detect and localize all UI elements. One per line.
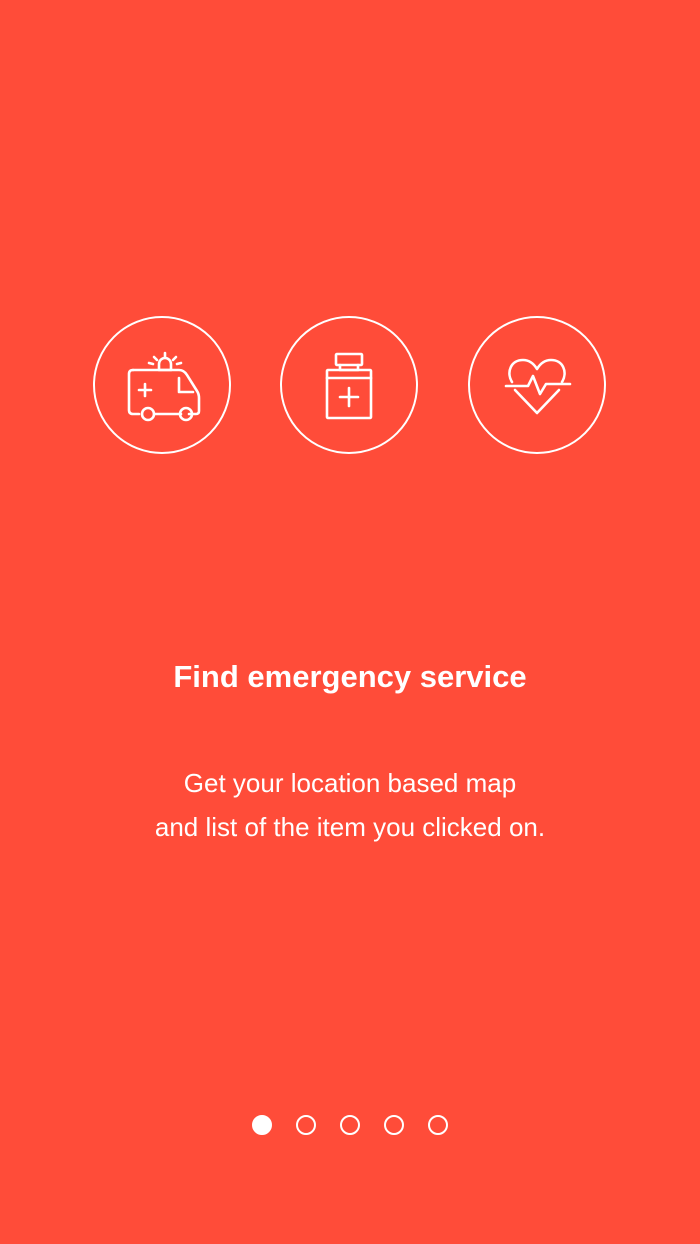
service-icons-row (0, 0, 700, 1244)
medicine-bottle-icon (325, 352, 373, 420)
medicine-circle (280, 316, 418, 454)
description-line-1: Get your location based map (183, 768, 517, 798)
heartbeat-icon (504, 358, 572, 415)
ambulance-circle (93, 316, 231, 454)
page-dot-5[interactable] (428, 1115, 448, 1135)
page-dot-3[interactable] (340, 1115, 360, 1135)
description-line-2: and list of the item you clicked on. (154, 812, 546, 842)
heartbeat-circle (468, 316, 606, 454)
onboarding-screen: Find emergency service Get your location… (0, 0, 700, 1244)
ambulance-icon (127, 351, 201, 422)
page-dot-1[interactable] (252, 1115, 272, 1135)
page-dot-4[interactable] (384, 1115, 404, 1135)
page-dot-2[interactable] (296, 1115, 316, 1135)
onboarding-description: Get your location based map and list of … (0, 761, 700, 849)
page-indicator (0, 1115, 700, 1139)
onboarding-title: Find emergency service (173, 659, 527, 694)
